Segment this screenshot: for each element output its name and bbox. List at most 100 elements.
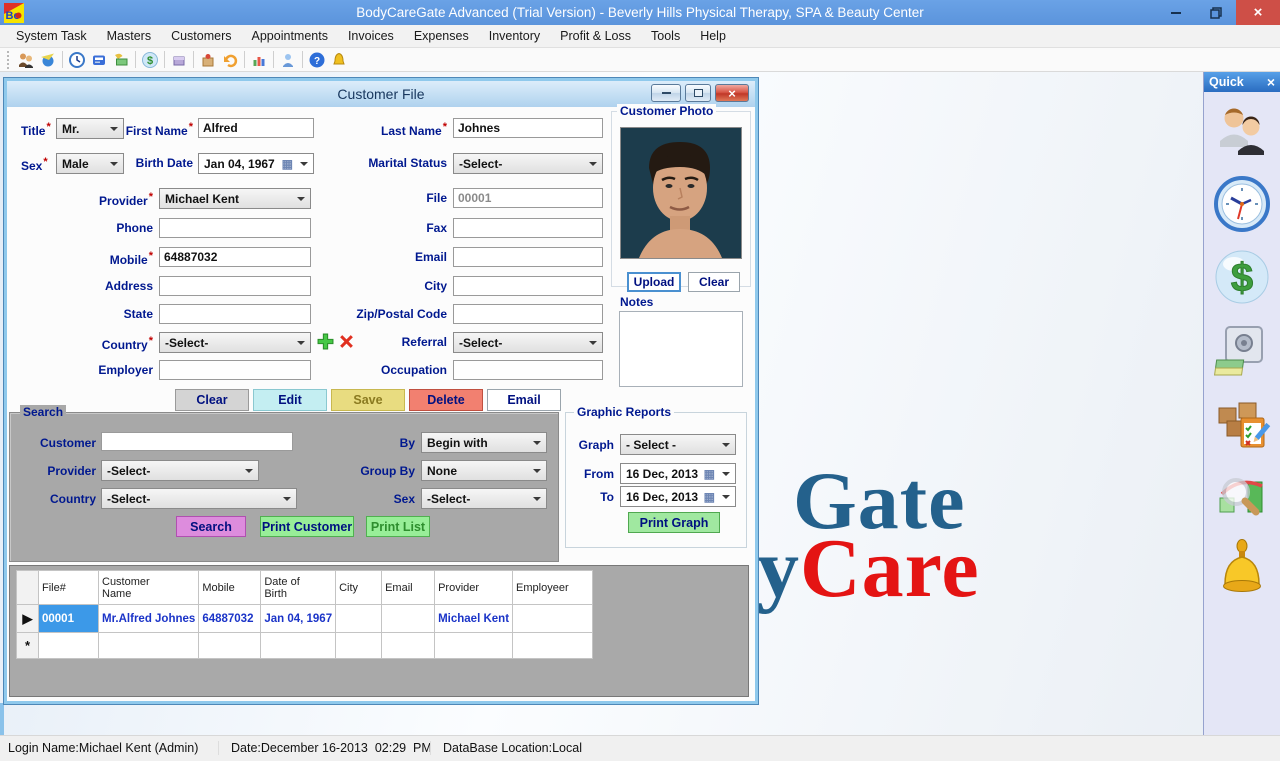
clock-icon[interactable] (66, 50, 88, 70)
cell-mobile[interactable]: 64887032 (199, 605, 261, 633)
customer-grid[interactable]: File# Customer Name Mobile Date of Birth… (16, 570, 593, 659)
graph-select[interactable]: - Select - (620, 434, 736, 455)
cell-date-of-birth[interactable] (261, 633, 336, 659)
dialog-maximize-button[interactable] (685, 84, 711, 102)
appointments-clock-icon[interactable] (1213, 175, 1271, 233)
phone-field[interactable] (159, 218, 311, 238)
cell-file-number[interactable] (39, 633, 99, 659)
fax-field[interactable] (453, 218, 603, 238)
cell-mobile[interactable] (199, 633, 261, 659)
marital-status-select[interactable]: -Select- (453, 153, 603, 174)
cell-city[interactable] (336, 605, 382, 633)
upload-photo-button[interactable]: Upload (627, 272, 681, 292)
birth-date-picker[interactable]: Jan 04, 1967▦ (198, 153, 314, 174)
dialog-minimize-button[interactable] (651, 84, 681, 102)
add-country-icon[interactable] (317, 333, 334, 355)
zip-field[interactable] (453, 304, 603, 324)
search-by-select[interactable]: Begin with (421, 432, 547, 453)
payment-icon[interactable] (110, 50, 132, 70)
grid-header-file[interactable]: File# (39, 571, 99, 605)
world-icon[interactable] (37, 50, 59, 70)
search-provider-select[interactable]: -Select- (101, 460, 259, 481)
address-field[interactable] (159, 276, 311, 296)
search-group-by-select[interactable]: None (421, 460, 547, 481)
cell-employeer[interactable] (513, 633, 593, 659)
bell-icon[interactable] (328, 50, 350, 70)
occupation-field[interactable] (453, 360, 603, 380)
new-row-icon[interactable]: * (17, 633, 39, 659)
grid-header-city[interactable]: City (336, 571, 382, 605)
mobile-field[interactable] (159, 247, 311, 267)
last-name-field[interactable] (453, 118, 603, 138)
cell-provider[interactable] (435, 633, 513, 659)
from-date-picker[interactable]: 16 Dec, 2013▦ (620, 463, 736, 484)
print-list-button[interactable]: Print List (366, 516, 430, 537)
cell-email[interactable] (382, 605, 435, 633)
menu-inventory[interactable]: Inventory (479, 25, 550, 48)
cell-date-of-birth[interactable]: Jan 04, 1967 (261, 605, 336, 633)
save-button[interactable]: Save (331, 389, 405, 411)
close-icon[interactable]: × (1267, 74, 1275, 90)
table-row-new[interactable]: * (17, 633, 593, 659)
inventory-icon[interactable] (168, 50, 190, 70)
print-graph-button[interactable]: Print Graph (628, 512, 720, 533)
cell-file-number[interactable]: 00001 (39, 605, 99, 633)
title-select[interactable]: Mr. (56, 118, 124, 139)
search-button[interactable]: Search (176, 516, 246, 537)
cell-provider[interactable]: Michael Kent (435, 605, 513, 633)
expenses-safe-icon[interactable] (1213, 321, 1271, 379)
table-row[interactable]: ▶ 00001 Mr.Alfred Johnes 64887032 Jan 04… (17, 605, 593, 633)
search-country-select[interactable]: -Select- (101, 488, 297, 509)
reminder-bell-icon[interactable] (1213, 540, 1271, 598)
grid-header-selector[interactable] (17, 571, 39, 605)
edit-button[interactable]: Edit (253, 389, 327, 411)
cell-email[interactable] (382, 633, 435, 659)
menu-customers[interactable]: Customers (161, 25, 241, 48)
first-name-field[interactable] (198, 118, 314, 138)
employer-field[interactable] (159, 360, 311, 380)
clear-photo-button[interactable]: Clear (688, 272, 740, 292)
reports-search-chart-icon[interactable] (1213, 467, 1271, 525)
to-date-picker[interactable]: 16 Dec, 2013▦ (620, 486, 736, 507)
menu-masters[interactable]: Masters (97, 25, 161, 48)
cell-customer-name[interactable] (99, 633, 199, 659)
chart-icon[interactable] (248, 50, 270, 70)
menu-system-task[interactable]: System Task (6, 25, 97, 48)
menu-help[interactable]: Help (690, 25, 736, 48)
email-field[interactable] (453, 247, 603, 267)
row-selector-icon[interactable]: ▶ (17, 605, 39, 633)
cell-city[interactable] (336, 633, 382, 659)
customers-icon[interactable] (1213, 102, 1271, 160)
country-select[interactable]: -Select- (159, 332, 311, 353)
minimize-button[interactable] (1156, 0, 1196, 25)
provider-select[interactable]: Michael Kent (159, 188, 311, 209)
help-icon[interactable]: ? (306, 50, 328, 70)
print-customer-button[interactable]: Print Customer (260, 516, 354, 537)
menu-tools[interactable]: Tools (641, 25, 690, 48)
billing-dollar-icon[interactable]: $ (1213, 248, 1271, 306)
email-button[interactable]: Email (487, 389, 561, 411)
undo-icon[interactable] (219, 50, 241, 70)
sex-select[interactable]: Male (56, 153, 124, 174)
menu-expenses[interactable]: Expenses (404, 25, 479, 48)
clear-button[interactable]: Clear (175, 389, 249, 411)
cell-employeer[interactable] (513, 605, 593, 633)
search-sex-select[interactable]: -Select- (421, 488, 547, 509)
package-icon[interactable] (197, 50, 219, 70)
grid-header-provider[interactable]: Provider (435, 571, 513, 605)
search-customer-input[interactable] (101, 432, 293, 451)
state-field[interactable] (159, 304, 311, 324)
notes-field[interactable] (619, 311, 743, 387)
grid-header-customer-name[interactable]: Customer Name (99, 571, 199, 605)
restore-button[interactable] (1196, 0, 1236, 25)
toolbar-grip[interactable] (7, 51, 11, 69)
user-icon[interactable] (277, 50, 299, 70)
cell-customer-name[interactable]: Mr.Alfred Johnes (99, 605, 199, 633)
menu-invoices[interactable]: Invoices (338, 25, 404, 48)
customers-icon[interactable] (15, 50, 37, 70)
dialog-close-button[interactable]: × (715, 84, 749, 102)
dollar-icon[interactable]: $ (139, 50, 161, 70)
referral-select[interactable]: -Select- (453, 332, 603, 353)
delete-button[interactable]: Delete (409, 389, 483, 411)
grid-header-mobile[interactable]: Mobile (199, 571, 261, 605)
